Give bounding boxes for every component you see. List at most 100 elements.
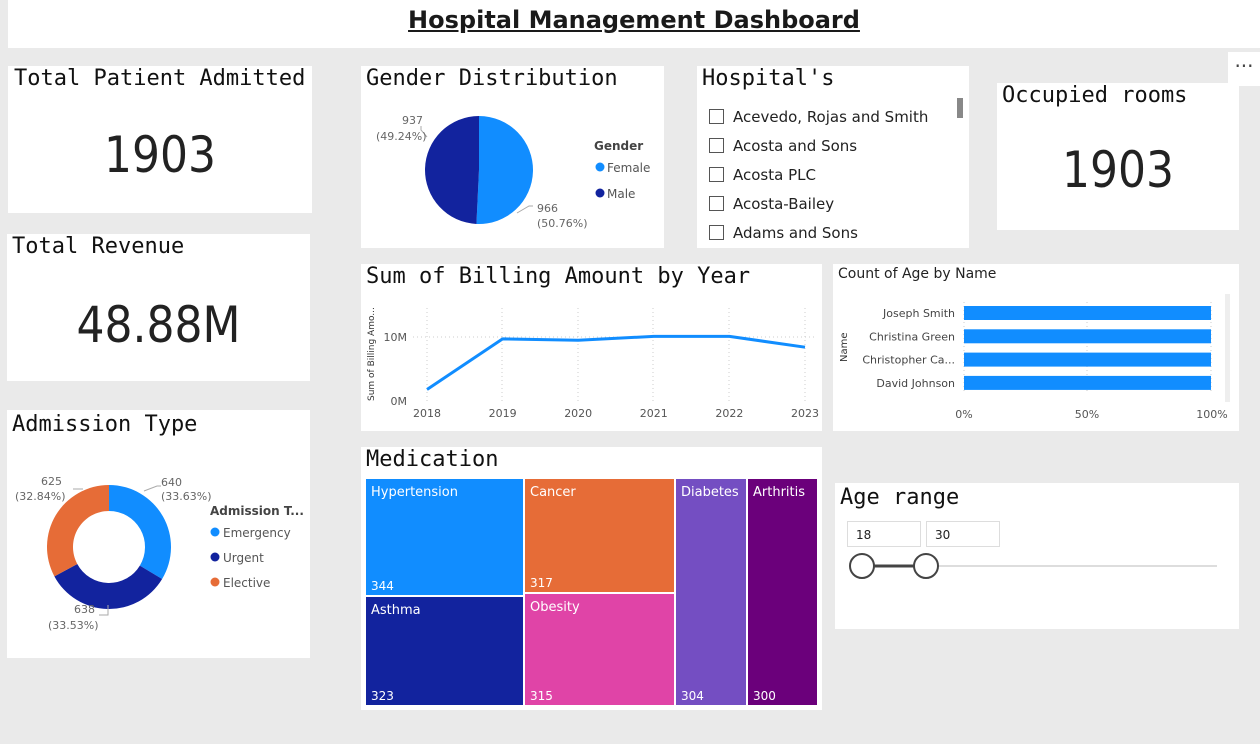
- treemap-tile-hypertension[interactable]: Hypertension 344: [366, 479, 523, 595]
- billing-gridlines: [413, 308, 816, 402]
- admission-donut-chart: 640 (33.63%) 625 (32.84%) 638 (33.53%) A…: [15, 475, 304, 632]
- billing-ytick-0m: 0M: [391, 395, 408, 408]
- admission-type-card: Admission Type 640 (33.63%) 625 (32.84%)…: [7, 410, 310, 658]
- leader-line-emergency: [143, 485, 161, 492]
- hospital-item[interactable]: Acosta-Bailey: [709, 189, 928, 218]
- kpi-rooms-value: 1903: [1062, 141, 1174, 199]
- admission-slices: [47, 485, 171, 609]
- gender-legend-title: Gender: [594, 139, 643, 153]
- treemap-tile-obesity[interactable]: Obesity 315: [525, 594, 674, 705]
- hospital-slicer-title: Hospital's: [702, 66, 835, 91]
- hospital-item-label: Adams and Sons: [733, 223, 858, 242]
- leader-line-female: [516, 205, 533, 214]
- age-y-axis-label: Name: [839, 332, 850, 362]
- dashboard-page: Hospital Management Dashboard ··· Total …: [0, 0, 1260, 744]
- legend-marker-elective: [210, 577, 220, 587]
- emergency-data-pct: (33.63%): [161, 490, 212, 503]
- age-bar[interactable]: [964, 375, 1211, 390]
- female-data-pct: (50.76%): [537, 217, 588, 230]
- legend-marker-male: [595, 188, 605, 198]
- kpi-patients-title: Total Patient Admitted: [14, 66, 306, 91]
- tile-value: 323: [371, 689, 394, 703]
- age-bar[interactable]: [964, 352, 1211, 367]
- donut-slice-urgent[interactable]: [54, 564, 163, 609]
- pie-slice-male[interactable]: [425, 116, 479, 224]
- title-bar: Hospital Management Dashboard: [8, 0, 1260, 48]
- gender-pie-chart: 937 (49.24%) 966 (50.76%) Gender Female …: [376, 114, 650, 230]
- checkbox[interactable]: [709, 196, 724, 211]
- hospital-item[interactable]: Adams and Sons: [709, 218, 928, 247]
- legend-marker-emergency: [210, 527, 220, 537]
- checkbox[interactable]: [709, 138, 724, 153]
- tile-label: Hypertension: [371, 485, 458, 500]
- billing-xtick: 2018: [413, 407, 441, 420]
- urgent-data-label: 638: [74, 603, 95, 616]
- dashboard-title: Hospital Management Dashboard: [408, 6, 860, 34]
- tile-value: 300: [753, 689, 776, 703]
- billing-y-axis-label: Sum of Billing Amo...: [367, 307, 377, 401]
- legend-label-elective[interactable]: Elective: [223, 576, 270, 590]
- age-bar[interactable]: [964, 306, 1211, 320]
- admission-legend-title: Admission T...: [210, 504, 304, 518]
- elective-data-label: 625: [41, 475, 62, 488]
- pie-slice-female[interactable]: [476, 116, 534, 224]
- age-xtick: 0%: [955, 408, 972, 421]
- more-options-button[interactable]: ···: [1228, 52, 1260, 86]
- tile-label: Obesity: [530, 600, 580, 615]
- age-xtick: 100%: [1196, 408, 1227, 421]
- medication-treemap-card: Medication Hypertension 344 Cancer 317 D…: [361, 447, 822, 710]
- billing-ytick-10m: 10M: [384, 331, 408, 344]
- slider-min-handle[interactable]: [849, 553, 875, 579]
- tile-value: 344: [371, 579, 394, 593]
- age-bar-label: Christopher Ca...: [862, 354, 955, 367]
- hospital-item[interactable]: Acevedo, Rojas and Smith: [709, 102, 928, 131]
- tile-label: Cancer: [530, 485, 576, 500]
- age-bar[interactable]: [964, 329, 1211, 344]
- billing-xtick: 2019: [489, 407, 517, 420]
- tile-label: Arthritis: [753, 485, 806, 500]
- legend-label-emergency[interactable]: Emergency: [223, 526, 291, 540]
- tile-value: 304: [681, 689, 704, 703]
- female-data-label: 966: [537, 202, 558, 215]
- gender-slices: [425, 116, 534, 224]
- treemap-tile-asthma[interactable]: Asthma 323: [366, 597, 523, 705]
- legend-label-urgent[interactable]: Urgent: [223, 551, 264, 565]
- emergency-data-label: 640: [161, 476, 182, 489]
- age-range-card: Age range 18 30: [835, 483, 1239, 629]
- hospital-item-label: Acosta PLC: [733, 165, 816, 184]
- tile-label: Asthma: [371, 603, 421, 618]
- checkbox[interactable]: [709, 167, 724, 182]
- kpi-card-patients: Total Patient Admitted 1903: [8, 66, 312, 213]
- kpi-patients-value: 1903: [104, 126, 216, 184]
- hospital-list-scrollbar[interactable]: [957, 98, 963, 118]
- tile-value: 315: [530, 689, 553, 703]
- male-data-pct: (49.24%): [376, 130, 427, 143]
- treemap-tile-arthritis[interactable]: Arthritis 300: [748, 479, 817, 705]
- age-range-slider[interactable]: [835, 483, 1239, 629]
- tile-label: Diabetes: [681, 485, 739, 500]
- legend-label-female[interactable]: Female: [607, 161, 650, 175]
- hospital-item-label: Acevedo, Rojas and Smith: [733, 107, 929, 126]
- age-by-name-bar-chart: Name Joseph Smith Christina Green Christop…: [839, 294, 1230, 421]
- treemap-tile-cancer[interactable]: Cancer 317: [525, 479, 674, 592]
- treemap-tile-diabetes[interactable]: Diabetes 304: [676, 479, 746, 705]
- billing-xtick: 2022: [715, 407, 743, 420]
- kpi-card-revenue: Total Revenue 48.88M: [7, 234, 310, 381]
- slider-max-handle[interactable]: [913, 553, 939, 579]
- checkbox[interactable]: [709, 225, 724, 240]
- billing-x-ticks: 2018 2019 2020 2021 2022 2023: [413, 407, 819, 420]
- hospital-item[interactable]: Acosta PLC: [709, 160, 928, 189]
- hospital-item-label: Acosta-Bailey: [733, 194, 835, 213]
- urgent-data-pct: (33.53%): [48, 619, 99, 632]
- billing-line-chart: Sum of Billing Amo... 10M 0M 2018 2019 202…: [367, 307, 819, 420]
- age-bars: Joseph Smith Christina Green Christopher C…: [862, 306, 1211, 390]
- billing-xtick: 2023: [791, 407, 819, 420]
- age-by-name-card: Count of Age by Name Name Joseph Smith Ch…: [833, 264, 1239, 431]
- kpi-card-rooms: Occupied rooms 1903: [997, 83, 1239, 230]
- billing-xtick: 2021: [640, 407, 668, 420]
- checkbox[interactable]: [709, 109, 724, 124]
- age-chart-scrollbar[interactable]: [1225, 294, 1230, 402]
- hospital-list: Acevedo, Rojas and Smith Acosta and Sons…: [709, 102, 928, 247]
- hospital-item[interactable]: Acosta and Sons: [709, 131, 928, 160]
- legend-label-male[interactable]: Male: [607, 187, 635, 201]
